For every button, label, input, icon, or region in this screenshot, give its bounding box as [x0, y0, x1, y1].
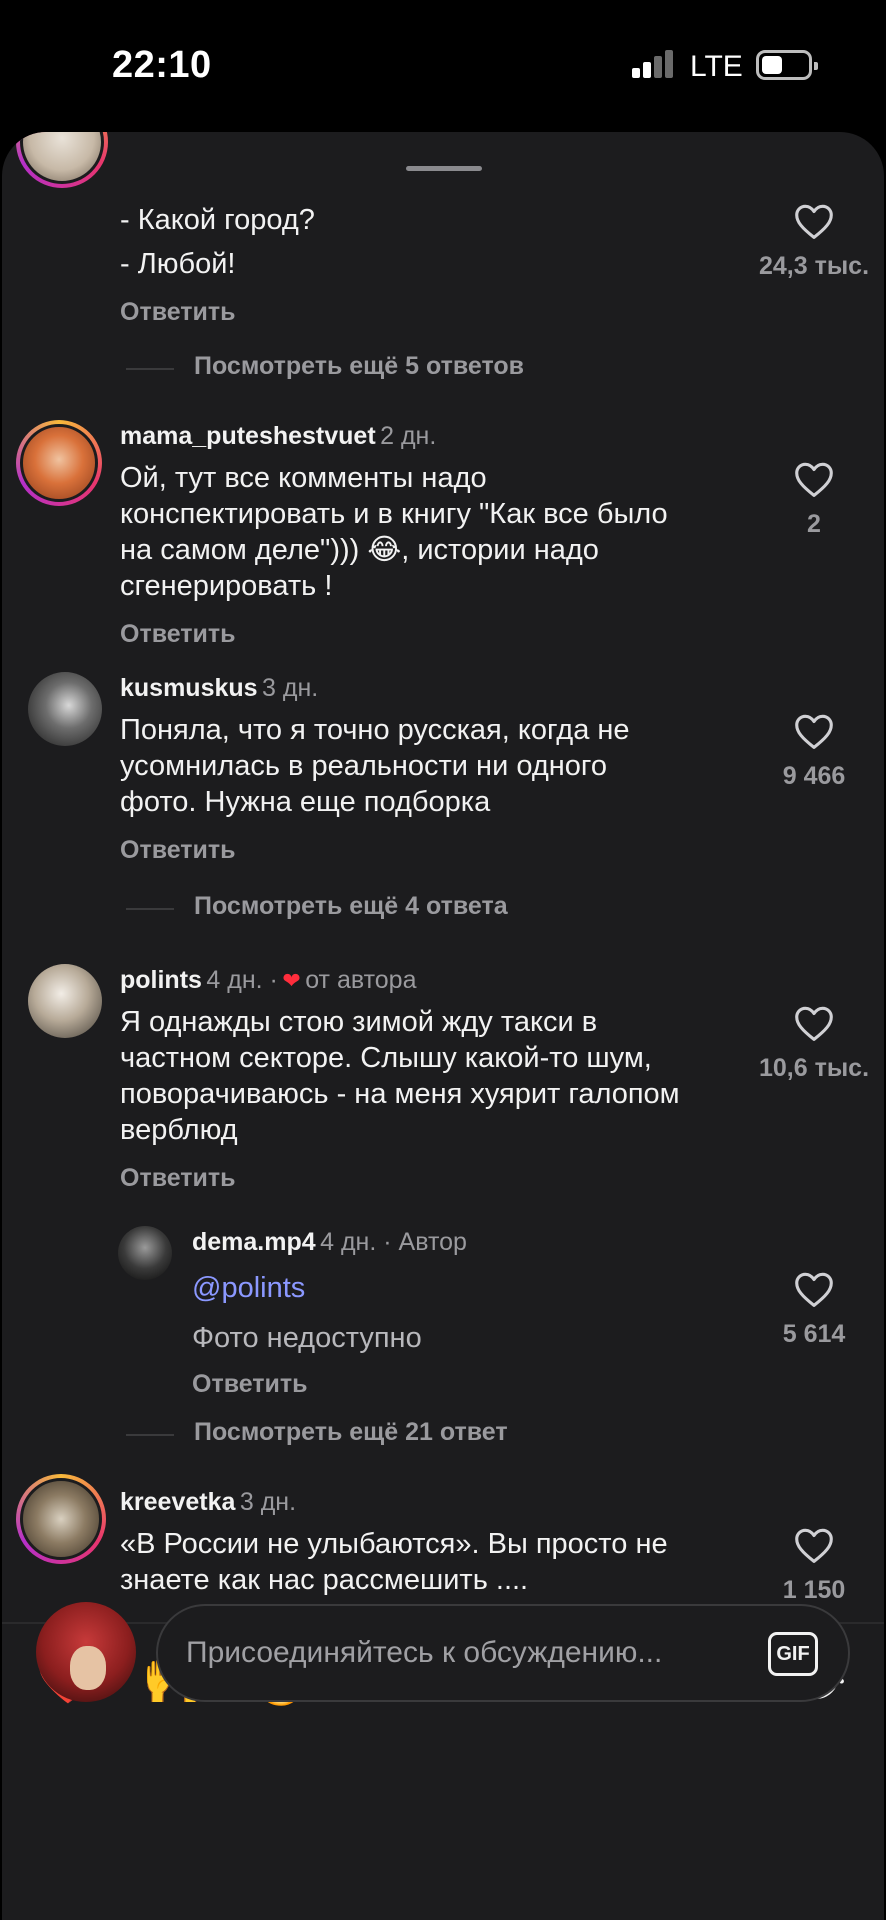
comment-text-line: - Какой город? — [120, 204, 315, 236]
avatar[interactable] — [16, 1474, 106, 1564]
comment-age: 3 дн. — [239, 1488, 297, 1516]
comment: mama_puteshestvuet 2 дн. Ой, тут все ком… — [2, 420, 884, 660]
comment-age: 4 дн. · Автор — [320, 1228, 467, 1256]
reply-button[interactable]: Ответить — [120, 1164, 236, 1193]
comment: polints 4 дн. · ❤ от автора Я однажды ст… — [2, 964, 884, 1192]
comment-username[interactable]: mama_puteshestvuet — [120, 422, 376, 450]
comment-text-line: усомнилась в реальности ни одного — [120, 750, 607, 782]
reply-comment: dema.mp4 4 дн. · Автор @polints Фото нед… — [2, 1226, 884, 1446]
avatar[interactable] — [118, 1226, 172, 1280]
like-group: 10,6 тыс. — [744, 1004, 884, 1083]
comments-list[interactable]: - Какой город? - Любой! Ответить 24,3 ты… — [2, 132, 884, 1622]
author-liked-heart-icon: ❤ — [282, 968, 301, 993]
mention-link[interactable]: @polints — [192, 1270, 305, 1306]
reply-button[interactable]: Ответить — [120, 836, 236, 865]
reply-button[interactable]: Ответить — [192, 1370, 308, 1399]
comment-text-line: Поняла, что я точно русская, когда не — [120, 714, 630, 746]
heart-outline-icon[interactable] — [793, 712, 835, 750]
like-count: 9 466 — [782, 762, 846, 790]
comment-text-line: Фото недоступно — [192, 1322, 422, 1354]
comment: - Какой город? - Любой! Ответить 24,3 ты… — [2, 132, 884, 382]
comment-username[interactable]: polints — [120, 966, 202, 994]
comment-text-line: поворачиваюсь - на меня хуярит галопом — [120, 1078, 680, 1110]
comment-input[interactable]: Присоединяйтесь к обсуждению... GIF — [156, 1604, 850, 1702]
comment-username[interactable]: kreevetka — [120, 1488, 235, 1516]
comment-text-line: частном секторе. Слышу какой-то шум, — [120, 1042, 652, 1074]
reply-button[interactable]: Ответить — [120, 298, 236, 327]
like-group: 2 — [744, 460, 884, 539]
avatar[interactable] — [16, 132, 108, 188]
gif-icon[interactable]: GIF — [768, 1632, 818, 1676]
comment: kusmuskus 3 дн. Поняла, что я точно русс… — [2, 672, 884, 922]
comment-age: 4 дн. · — [206, 966, 278, 994]
network-type: LTE — [690, 50, 743, 83]
comment-text-line: конспектировать и в книгу "Как все было — [120, 498, 668, 530]
comment-text-line: - Любой! — [120, 248, 236, 280]
comment-text-line: знаете как нас рассмешить .... — [120, 1564, 529, 1596]
cellular-signal-icon — [632, 50, 674, 78]
battery-level — [762, 56, 782, 74]
avatar[interactable] — [16, 420, 102, 506]
comments-sheet: - Какой город? - Любой! Ответить 24,3 ты… — [2, 132, 884, 1920]
like-group: 5 614 — [744, 1270, 884, 1349]
like-count: 1 150 — [782, 1576, 846, 1604]
battery-icon — [756, 50, 818, 80]
comment-text-line: верблюд — [120, 1114, 238, 1146]
heart-outline-icon[interactable] — [793, 1270, 835, 1308]
current-user-avatar — [36, 1602, 136, 1702]
like-count: 10,6 тыс. — [758, 1054, 870, 1082]
like-count: 2 — [807, 510, 821, 538]
comment: kreevetka 3 дн. «В России не улыбаются».… — [2, 1474, 884, 1622]
comment-text-line: «В России не улыбаются». Вы просто не — [120, 1528, 668, 1560]
comment-username[interactable]: dema.mp4 — [192, 1228, 316, 1256]
heart-outline-icon[interactable] — [793, 1004, 835, 1042]
status-bar: 22:10 LTE — [0, 0, 886, 130]
heart-outline-icon[interactable] — [793, 202, 835, 240]
comment-text-line: на самом деле"))) 😂, истории надо — [120, 534, 599, 566]
avatar[interactable] — [28, 672, 102, 746]
status-time: 22:10 — [112, 44, 212, 86]
reply-button[interactable]: Ответить — [120, 620, 236, 649]
comment-text-line: Я однажды стою зимой жду такси в — [120, 1006, 598, 1038]
comment-age: 2 дн. — [380, 422, 437, 450]
like-count: 5 614 — [782, 1320, 846, 1348]
like-group: 9 466 — [744, 712, 884, 791]
like-count: 24,3 тыс. — [758, 252, 870, 280]
heart-outline-icon[interactable] — [793, 460, 835, 498]
heart-outline-icon[interactable] — [793, 1526, 835, 1564]
like-group: 1 150 — [744, 1526, 884, 1605]
avatar[interactable] — [28, 964, 102, 1038]
comment-input-placeholder: Присоединяйтесь к обсуждению... — [186, 1636, 663, 1669]
comment-text-line: фото. Нужна еще подборка — [120, 786, 491, 818]
comment-text-line: сгенерировать ! — [120, 570, 333, 602]
like-group: 24,3 тыс. — [744, 202, 884, 281]
author-liked-label: от автора — [305, 966, 417, 994]
comment-age: 3 дн. — [262, 674, 319, 702]
comment-text-line: Ой, тут все комменты надо — [120, 462, 487, 494]
comment-username[interactable]: kusmuskus — [120, 674, 258, 702]
